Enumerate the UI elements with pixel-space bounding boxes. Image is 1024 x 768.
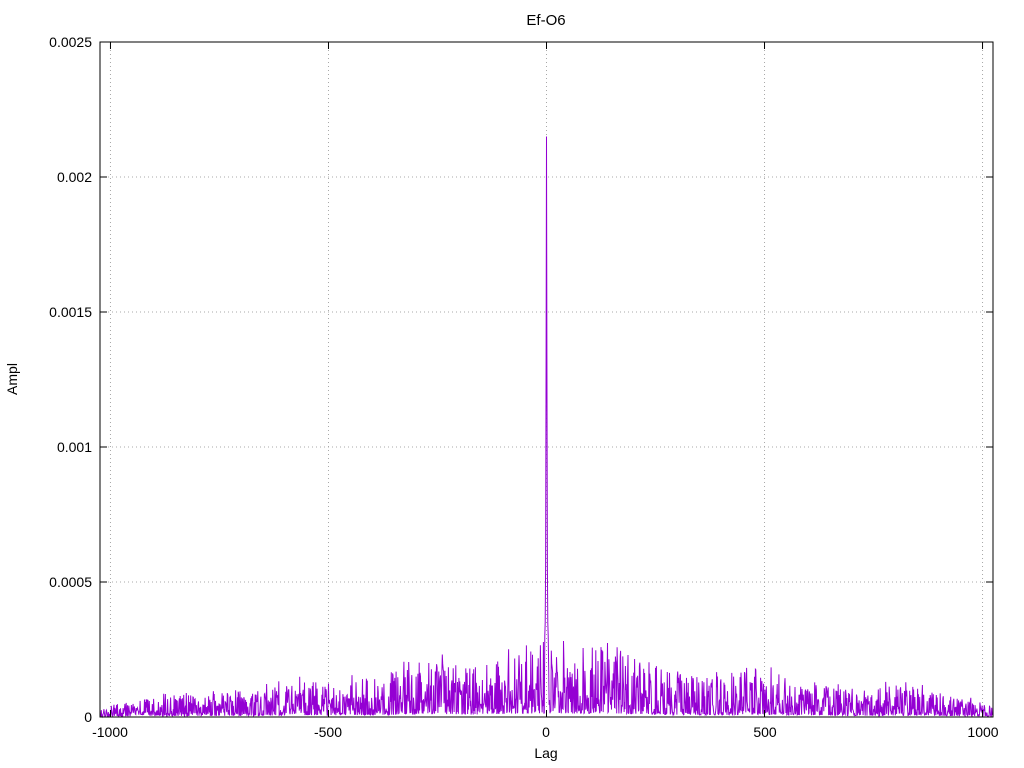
y-tick-label: 0.0025 — [49, 34, 92, 50]
x-tick-label: 500 — [753, 724, 777, 740]
x-tick-label: -500 — [314, 724, 342, 740]
x-axis-label: Lag — [534, 745, 557, 761]
chart-container: Ef-O6 Lag Ampl -1000 -500 0 500 1000 0 0… — [0, 0, 1024, 768]
chart-title: Ef-O6 — [526, 12, 565, 29]
x-tick-label: 1000 — [967, 724, 998, 740]
x-tick-label: -1000 — [92, 724, 128, 740]
y-tick-label: 0.001 — [57, 439, 92, 455]
y-axis-label: Ampl — [4, 363, 20, 395]
y-tick-label: 0 — [84, 709, 92, 725]
x-tick-label: 0 — [542, 724, 550, 740]
y-tick-label: 0.0015 — [49, 304, 92, 320]
y-tick-label: 0.002 — [57, 169, 92, 185]
y-tick-label: 0.0005 — [49, 574, 92, 590]
chart-canvas: Ef-O6 Lag Ampl -1000 -500 0 500 1000 0 0… — [4, 12, 999, 761]
